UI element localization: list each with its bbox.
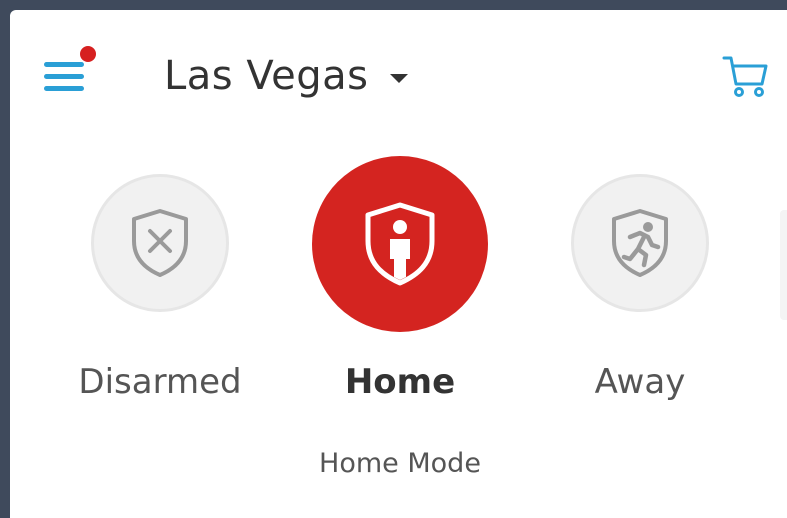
home-mode-button[interactable] bbox=[312, 156, 488, 332]
disarmed-mode-label: Disarmed bbox=[78, 362, 242, 402]
location-name: Las Vegas bbox=[164, 53, 369, 99]
shield-running-person-icon bbox=[612, 209, 668, 277]
notification-dot bbox=[80, 46, 96, 62]
app-screen: Las Vegas Disarmed Home Away Home Mode bbox=[10, 10, 787, 518]
next-panel-edge bbox=[780, 210, 787, 320]
away-mode-label: Away bbox=[594, 362, 686, 402]
location-selector[interactable]: Las Vegas bbox=[164, 50, 409, 102]
app-header: Las Vegas bbox=[10, 10, 787, 120]
away-mode-button[interactable] bbox=[571, 174, 709, 312]
home-mode-label: Home bbox=[344, 362, 456, 402]
shield-x-icon bbox=[132, 209, 188, 277]
disarmed-mode-button[interactable] bbox=[91, 174, 229, 312]
menu-button[interactable] bbox=[38, 46, 96, 96]
shopping-cart-icon bbox=[722, 56, 768, 97]
caret-down-icon bbox=[390, 73, 409, 83]
current-mode-status: Home Mode bbox=[319, 448, 481, 479]
shield-person-icon bbox=[365, 202, 435, 286]
cart-button[interactable] bbox=[722, 54, 768, 98]
